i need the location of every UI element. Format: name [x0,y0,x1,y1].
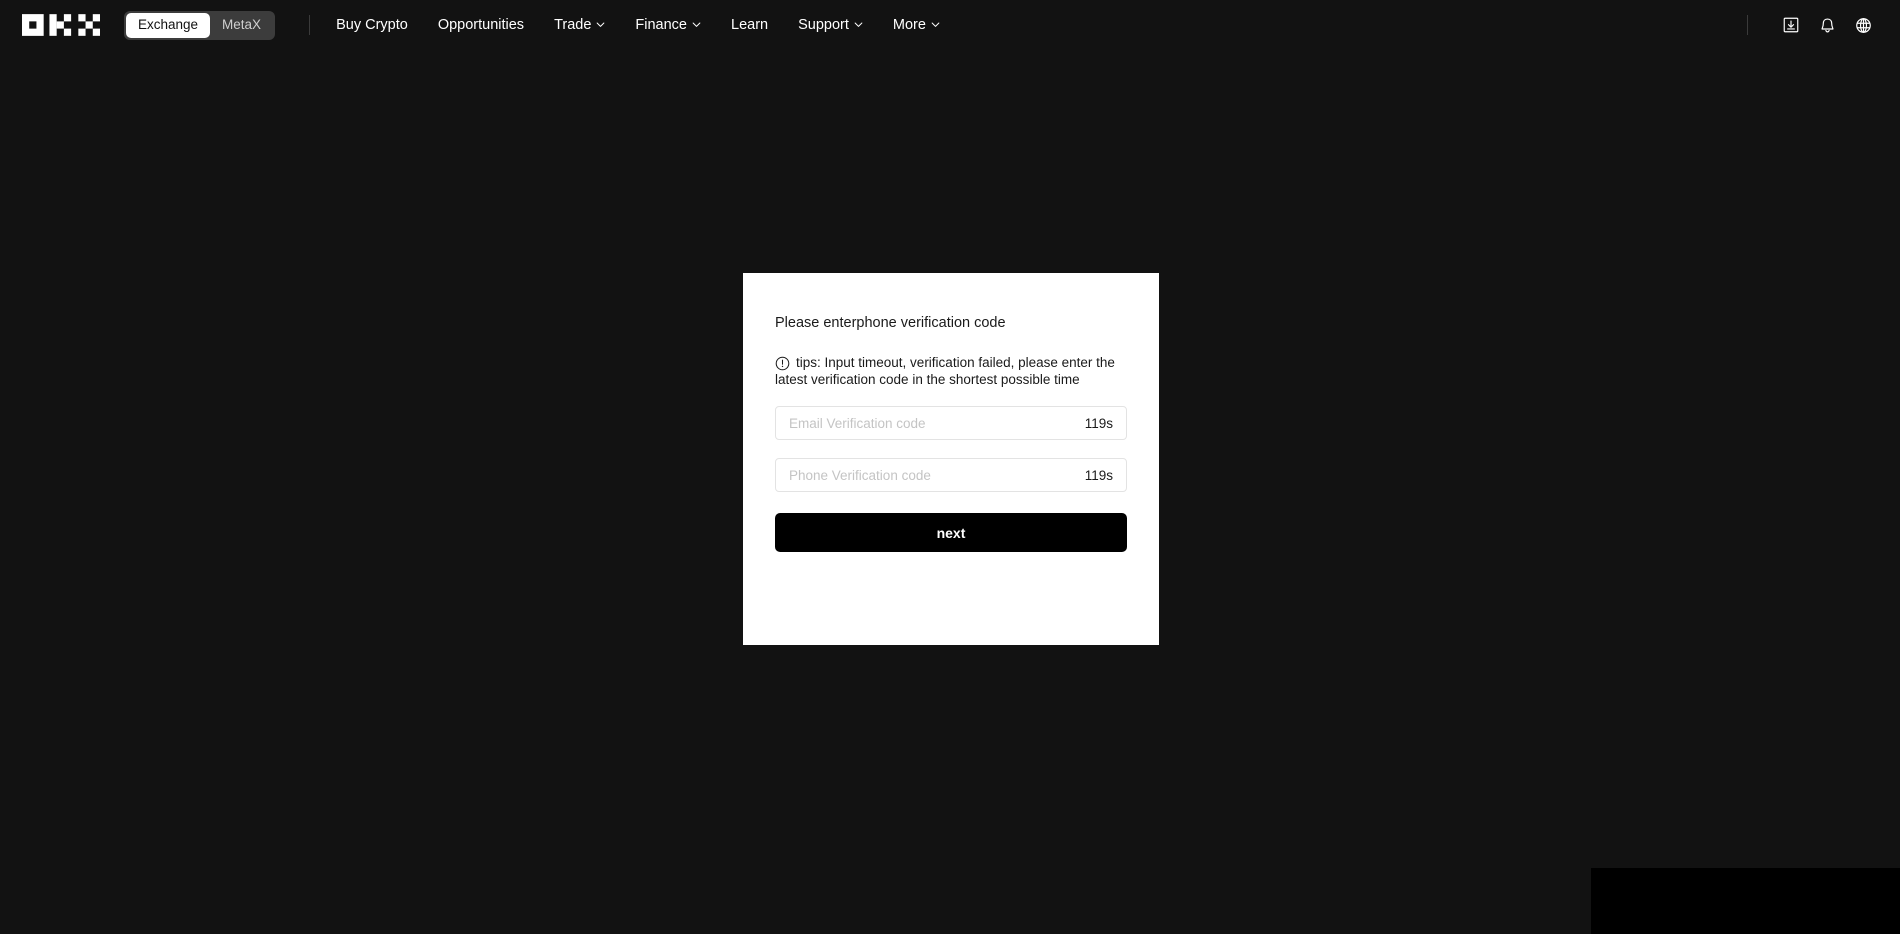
nav-item-support[interactable]: Support [798,18,863,33]
nav-item-label: More [892,16,926,33]
nav-right-actions [1747,10,1878,40]
chevron-down-icon [854,20,863,29]
nav-item-opportunities[interactable]: Opportunities [438,18,524,33]
download-app-button[interactable] [1776,10,1806,40]
nav-item-learn[interactable]: Learn [731,18,768,33]
next-button[interactable]: next [775,513,1127,553]
exclamation-circle-icon [775,356,790,371]
modal-title: Please enterphone verification code [775,315,1006,331]
bell-icon [1818,16,1837,35]
nav-item-label: Learn [731,16,769,33]
language-button[interactable] [1848,10,1878,40]
primary-nav: Buy Crypto Opportunities Trade Finance L… [336,18,940,33]
email-verification-code-field[interactable]: 119s [775,406,1127,441]
verification-modal: Please enterphone verification code tips… [743,273,1159,645]
bottom-right-panel [1591,868,1900,934]
nav-item-more[interactable]: More [893,18,940,33]
phone-verification-code-input[interactable] [789,467,1077,483]
download-icon [1782,16,1800,34]
nav-divider-right [1747,15,1748,35]
nav-item-label: Buy Crypto [336,16,408,33]
nav-item-trade[interactable]: Trade [554,18,605,33]
tips-text: tips: Input timeout, verification failed… [775,355,1115,387]
phone-code-timer[interactable]: 119s [1077,468,1113,483]
globe-icon [1854,16,1873,35]
top-navbar: Exchange MetaX Buy Crypto Opportunities … [0,0,1900,50]
phone-verification-code-field[interactable]: 119s [775,458,1127,493]
nav-item-buy-crypto[interactable]: Buy Crypto [336,18,408,33]
exchange-metax-toggle[interactable]: Exchange MetaX [124,10,276,40]
chevron-down-icon [596,20,605,29]
email-code-timer[interactable]: 119s [1077,416,1113,431]
toggle-option-metax[interactable]: MetaX [210,13,273,38]
nav-divider-left [309,15,311,35]
notifications-button[interactable] [1812,10,1842,40]
email-verification-code-input[interactable] [789,415,1077,431]
okx-logo[interactable] [22,14,100,36]
nav-item-label: Trade [554,16,592,33]
chevron-down-icon [692,20,701,29]
toggle-option-exchange[interactable]: Exchange [126,12,211,38]
tips-message: tips: Input timeout, verification failed… [775,355,1127,388]
nav-item-finance[interactable]: Finance [635,18,701,33]
nav-item-label: Opportunities [437,16,525,33]
nav-item-label: Finance [635,16,687,33]
chevron-down-icon [931,20,940,29]
nav-item-label: Support [798,16,849,33]
